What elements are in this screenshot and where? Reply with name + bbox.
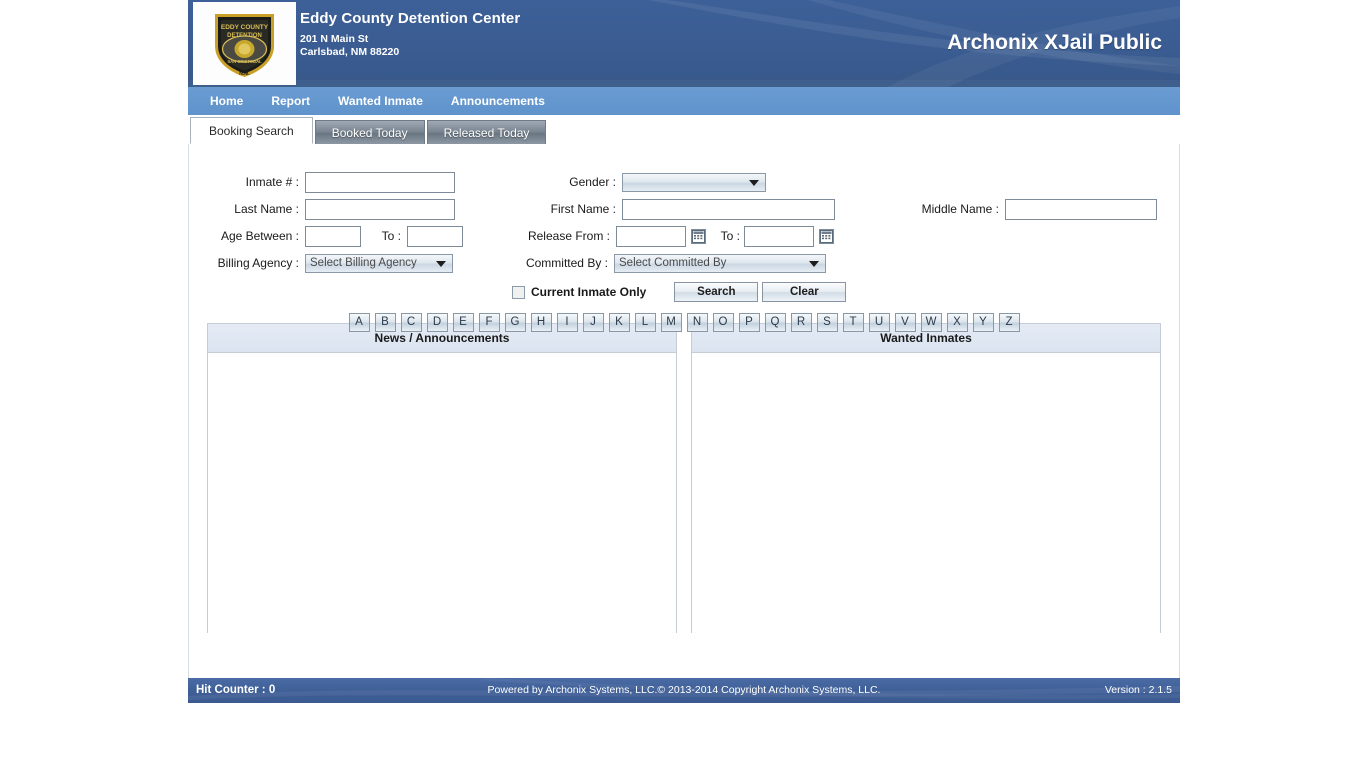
form-row-age-release: Age Between : To : Release From : bbox=[189, 223, 1179, 249]
application-page: EDDY COUNTY DETENTION SAN CRISTOBAL N.M.… bbox=[188, 0, 1180, 690]
agency-name: Eddy County Detention Center bbox=[300, 10, 520, 28]
alpha-button-d[interactable]: D bbox=[427, 313, 448, 332]
news-announcements-panel: News / Announcements bbox=[207, 323, 677, 633]
current-inmate-only-checkbox[interactable] bbox=[512, 286, 525, 299]
last-name-label: Last Name : bbox=[189, 202, 299, 216]
alpha-button-t[interactable]: T bbox=[843, 313, 864, 332]
nav-item-announcements[interactable]: Announcements bbox=[437, 87, 559, 115]
alpha-button-v[interactable]: V bbox=[895, 313, 916, 332]
svg-text:SAN CRISTOBAL: SAN CRISTOBAL bbox=[227, 59, 262, 64]
current-inmate-only-label: Current Inmate Only bbox=[531, 285, 646, 299]
age-from-input[interactable] bbox=[305, 226, 361, 247]
booking-search-form: Inmate # : Gender : Last Name : First Na… bbox=[189, 144, 1179, 309]
first-name-label: First Name : bbox=[501, 202, 616, 216]
tab-booking-search[interactable]: Booking Search bbox=[190, 117, 313, 144]
alpha-button-p[interactable]: P bbox=[739, 313, 760, 332]
main-navigation: Home Report Wanted Inmate Announcements bbox=[188, 87, 1180, 115]
nav-item-wanted-inmate[interactable]: Wanted Inmate bbox=[324, 87, 437, 115]
wanted-inmates-panel: Wanted Inmates bbox=[691, 323, 1161, 633]
alpha-button-e[interactable]: E bbox=[453, 313, 474, 332]
app-title: Archonix XJail Public bbox=[947, 31, 1162, 55]
age-to-input[interactable] bbox=[407, 226, 463, 247]
alpha-button-s[interactable]: S bbox=[817, 313, 838, 332]
site-footer: Hit Counter : 0 Powered by Archonix Syst… bbox=[188, 678, 1180, 703]
form-row-inmate-gender: Inmate # : Gender : bbox=[189, 169, 1179, 195]
info-panels: News / Announcements Wanted Inmates bbox=[189, 323, 1179, 633]
search-button[interactable]: Search bbox=[674, 282, 758, 302]
svg-text:EDDY COUNTY: EDDY COUNTY bbox=[221, 24, 269, 31]
gender-select[interactable] bbox=[622, 173, 766, 192]
alpha-button-z[interactable]: Z bbox=[999, 313, 1020, 332]
nav-item-report[interactable]: Report bbox=[257, 87, 324, 115]
alphabet-filter: A B C D E F G H I J K L M N O P Q R S T bbox=[189, 313, 1179, 332]
last-name-input[interactable] bbox=[305, 199, 455, 220]
alpha-button-r[interactable]: R bbox=[791, 313, 812, 332]
copyright-text: Powered by Archonix Systems, LLC.© 2013-… bbox=[188, 678, 1180, 703]
wanted-inmates-body bbox=[692, 353, 1160, 633]
svg-text:N.M.: N.M. bbox=[239, 71, 250, 77]
age-between-label: Age Between : bbox=[189, 229, 299, 243]
alpha-button-o[interactable]: O bbox=[713, 313, 734, 332]
alpha-button-j[interactable]: J bbox=[583, 313, 604, 332]
tab-released-today[interactable]: Released Today bbox=[427, 120, 547, 144]
billing-agency-label: Billing Agency : bbox=[189, 256, 299, 270]
alpha-button-w[interactable]: W bbox=[921, 313, 942, 332]
agency-address-line2: Carlsbad, NM 88220 bbox=[300, 46, 520, 59]
release-to-input[interactable] bbox=[744, 226, 814, 247]
alpha-button-q[interactable]: Q bbox=[765, 313, 786, 332]
agency-info: Eddy County Detention Center 201 N Main … bbox=[300, 10, 520, 59]
alpha-button-n[interactable]: N bbox=[687, 313, 708, 332]
alpha-button-i[interactable]: I bbox=[557, 313, 578, 332]
committed-by-select[interactable]: Select Committed By bbox=[614, 254, 826, 273]
alpha-button-b[interactable]: B bbox=[375, 313, 396, 332]
calendar-icon[interactable] bbox=[819, 229, 834, 244]
news-announcements-body bbox=[208, 353, 676, 633]
gender-label: Gender : bbox=[501, 175, 616, 189]
calendar-icon[interactable] bbox=[691, 229, 706, 244]
inmate-number-input[interactable] bbox=[305, 172, 455, 193]
alpha-button-m[interactable]: M bbox=[661, 313, 682, 332]
release-from-input[interactable] bbox=[616, 226, 686, 247]
middle-name-input[interactable] bbox=[1005, 199, 1157, 220]
alpha-button-a[interactable]: A bbox=[349, 313, 370, 332]
middle-name-label: Middle Name : bbox=[907, 202, 999, 216]
release-to-label: To : bbox=[714, 229, 740, 243]
alpha-button-h[interactable]: H bbox=[531, 313, 552, 332]
form-actions-row: Current Inmate Only Search Clear bbox=[189, 277, 1179, 307]
tab-booked-today[interactable]: Booked Today bbox=[315, 120, 425, 144]
alpha-button-y[interactable]: Y bbox=[973, 313, 994, 332]
alpha-button-f[interactable]: F bbox=[479, 313, 500, 332]
agency-logo: EDDY COUNTY DETENTION SAN CRISTOBAL N.M. bbox=[193, 2, 296, 85]
alpha-button-x[interactable]: X bbox=[947, 313, 968, 332]
form-row-agency-committed: Billing Agency : Select Billing Agency C… bbox=[189, 250, 1179, 276]
first-name-input[interactable] bbox=[622, 199, 835, 220]
release-from-label: Release From : bbox=[495, 229, 610, 243]
inmate-number-label: Inmate # : bbox=[189, 175, 299, 189]
form-row-names: Last Name : First Name : Middle Name : bbox=[189, 196, 1179, 222]
alpha-button-u[interactable]: U bbox=[869, 313, 890, 332]
agency-address-line1: 201 N Main St bbox=[300, 33, 520, 46]
clear-button[interactable]: Clear bbox=[762, 282, 846, 302]
nav-item-home[interactable]: Home bbox=[196, 87, 257, 115]
committed-by-label: Committed By : bbox=[493, 256, 608, 270]
alpha-button-c[interactable]: C bbox=[401, 313, 422, 332]
age-to-label: To : bbox=[373, 229, 401, 243]
alpha-button-l[interactable]: L bbox=[635, 313, 656, 332]
alpha-button-g[interactable]: G bbox=[505, 313, 526, 332]
site-header: EDDY COUNTY DETENTION SAN CRISTOBAL N.M.… bbox=[188, 0, 1180, 87]
main-content: Inmate # : Gender : Last Name : First Na… bbox=[188, 144, 1180, 678]
sheriff-badge-icon: EDDY COUNTY DETENTION SAN CRISTOBAL N.M. bbox=[193, 2, 296, 85]
tab-strip: Booking Search Booked Today Released Tod… bbox=[188, 115, 1180, 144]
alpha-button-k[interactable]: K bbox=[609, 313, 630, 332]
version-label: Version : 2.1.5 bbox=[1105, 678, 1172, 703]
billing-agency-select[interactable]: Select Billing Agency bbox=[305, 254, 453, 273]
